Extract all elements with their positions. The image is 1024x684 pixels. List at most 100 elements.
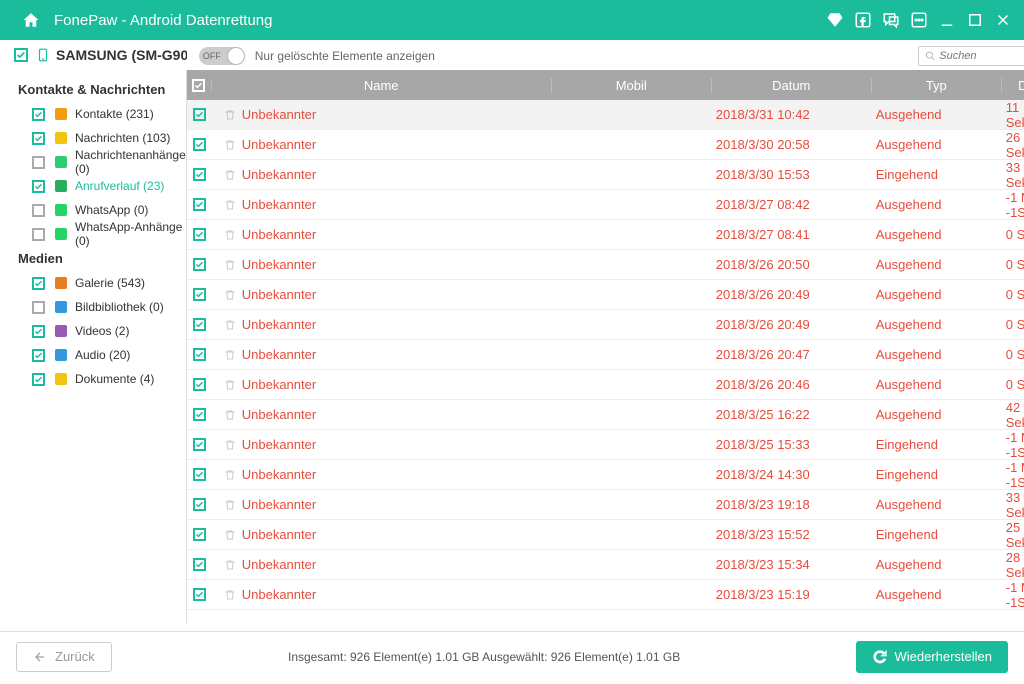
sidebar-item-label: Nachrichtenanhänge (0) bbox=[75, 148, 186, 176]
home-icon[interactable] bbox=[22, 11, 40, 29]
menu-icon[interactable] bbox=[910, 11, 928, 29]
sidebar-item-label: Audio (20) bbox=[75, 348, 130, 362]
search-input[interactable] bbox=[939, 50, 1024, 62]
cell-name: Unbekannter bbox=[242, 167, 316, 182]
cell-typ: Eingehend bbox=[872, 527, 1002, 542]
sidebar-item-label: Kontakte (231) bbox=[75, 107, 154, 121]
cell-dauer: -1 Minute -1Sekunde bbox=[1002, 190, 1024, 220]
col-typ[interactable]: Typ bbox=[872, 78, 1002, 93]
sidebar-item[interactable]: Kontakte (231) bbox=[32, 103, 186, 125]
sidebar-section-contacts: Kontakte & Nachrichten bbox=[18, 82, 186, 97]
item-checkbox[interactable] bbox=[32, 301, 45, 314]
maximize-icon[interactable] bbox=[966, 11, 984, 29]
table-row[interactable]: Unbekannter2018/3/31 10:42Ausgehend11 Se… bbox=[187, 100, 1024, 130]
cell-typ: Ausgehend bbox=[872, 497, 1002, 512]
table-row[interactable]: Unbekannter2018/3/23 19:18Ausgehend33 Se… bbox=[187, 490, 1024, 520]
trash-icon bbox=[224, 559, 236, 571]
row-checkbox[interactable] bbox=[193, 588, 206, 601]
table-row[interactable]: Unbekannter2018/3/26 20:49Ausgehend0 Sek… bbox=[187, 310, 1024, 340]
col-name[interactable]: Name bbox=[212, 78, 552, 93]
sidebar-item[interactable]: Nachrichten (103) bbox=[32, 127, 186, 149]
attach-icon bbox=[53, 154, 69, 170]
table-row[interactable]: Unbekannter2018/3/25 15:33Eingehend-1 Mi… bbox=[187, 430, 1024, 460]
item-checkbox[interactable] bbox=[32, 204, 45, 217]
sidebar-item[interactable]: Audio (20) bbox=[32, 344, 186, 366]
item-checkbox[interactable] bbox=[32, 156, 45, 169]
sidebar-item[interactable]: Nachrichtenanhänge (0) bbox=[32, 151, 186, 173]
table-row[interactable]: Unbekannter2018/3/23 15:52Eingehend25 Se… bbox=[187, 520, 1024, 550]
feedback-icon[interactable] bbox=[882, 11, 900, 29]
item-checkbox[interactable] bbox=[32, 373, 45, 386]
item-checkbox[interactable] bbox=[32, 180, 45, 193]
back-button[interactable]: Zurück bbox=[16, 642, 112, 672]
main-panel: OFF Nur gelöschte Elemente anzeigen Name… bbox=[186, 70, 1024, 623]
item-checkbox[interactable] bbox=[32, 228, 45, 241]
row-checkbox[interactable] bbox=[193, 108, 206, 121]
row-checkbox[interactable] bbox=[193, 228, 206, 241]
item-checkbox[interactable] bbox=[32, 277, 45, 290]
sidebar-item[interactable]: WhatsApp-Anhänge (0) bbox=[32, 223, 186, 245]
item-checkbox[interactable] bbox=[32, 108, 45, 121]
select-all-checkbox[interactable] bbox=[192, 79, 205, 92]
cell-name: Unbekannter bbox=[242, 137, 316, 152]
item-checkbox[interactable] bbox=[32, 132, 45, 145]
toggle-label: Nur gelöschte Elemente anzeigen bbox=[255, 49, 435, 63]
row-checkbox[interactable] bbox=[193, 378, 206, 391]
sidebar-item[interactable]: Videos (2) bbox=[32, 320, 186, 342]
row-checkbox[interactable] bbox=[193, 528, 206, 541]
row-checkbox[interactable] bbox=[193, 138, 206, 151]
trash-icon bbox=[224, 109, 236, 121]
row-checkbox[interactable] bbox=[193, 468, 206, 481]
col-datum[interactable]: Datum bbox=[712, 78, 872, 93]
table-row[interactable]: Unbekannter2018/3/23 15:34Ausgehend28 Se… bbox=[187, 550, 1024, 580]
row-checkbox[interactable] bbox=[193, 408, 206, 421]
row-checkbox[interactable] bbox=[193, 348, 206, 361]
row-checkbox[interactable] bbox=[193, 438, 206, 451]
row-checkbox[interactable] bbox=[193, 558, 206, 571]
table-body[interactable]: Unbekannter2018/3/31 10:42Ausgehend11 Se… bbox=[187, 100, 1024, 623]
table-row[interactable]: Unbekannter2018/3/24 14:30Eingehend-1 Mi… bbox=[187, 460, 1024, 490]
table-row[interactable]: Unbekannter2018/3/27 08:42Ausgehend-1 Mi… bbox=[187, 190, 1024, 220]
docs-icon bbox=[53, 371, 69, 387]
main-toolbar: OFF Nur gelöschte Elemente anzeigen bbox=[187, 42, 1024, 70]
search-box[interactable] bbox=[918, 46, 1024, 66]
sidebar-item[interactable]: Anrufverlauf (23) bbox=[32, 175, 186, 197]
sidebar-item[interactable]: Bildbibliothek (0) bbox=[32, 296, 186, 318]
trash-icon bbox=[224, 319, 236, 331]
minimize-icon[interactable] bbox=[938, 11, 956, 29]
cell-dauer: 33 Sekunden bbox=[1002, 160, 1024, 190]
table-row[interactable]: Unbekannter2018/3/25 16:22Ausgehend42 Se… bbox=[187, 400, 1024, 430]
col-dauer[interactable]: Dauer bbox=[1002, 78, 1024, 93]
table-row[interactable]: Unbekannter2018/3/26 20:46Ausgehend0 Sek… bbox=[187, 370, 1024, 400]
table-row[interactable]: Unbekannter2018/3/26 20:47Ausgehend0 Sek… bbox=[187, 340, 1024, 370]
table-row[interactable]: Unbekannter2018/3/30 15:53Eingehend33 Se… bbox=[187, 160, 1024, 190]
table-row[interactable]: Unbekannter2018/3/30 20:58Ausgehend26 Se… bbox=[187, 130, 1024, 160]
table-row[interactable]: Unbekannter2018/3/23 15:19Ausgehend-1 Mi… bbox=[187, 580, 1024, 610]
cell-datum: 2018/3/26 20:50 bbox=[712, 257, 872, 272]
device-label[interactable]: SAMSUNG (SM-G900F) bbox=[14, 46, 209, 64]
facebook-icon[interactable] bbox=[854, 11, 872, 29]
item-checkbox[interactable] bbox=[32, 325, 45, 338]
row-checkbox[interactable] bbox=[193, 288, 206, 301]
row-checkbox[interactable] bbox=[193, 498, 206, 511]
close-icon[interactable] bbox=[994, 11, 1012, 29]
col-mobil[interactable]: Mobil bbox=[552, 78, 712, 93]
table-row[interactable]: Unbekannter2018/3/26 20:50Ausgehend0 Sek… bbox=[187, 250, 1024, 280]
row-checkbox[interactable] bbox=[193, 258, 206, 271]
sidebar-item[interactable]: Galerie (543) bbox=[32, 272, 186, 294]
sidebar-item[interactable]: Dokumente (4) bbox=[32, 368, 186, 390]
row-checkbox[interactable] bbox=[193, 198, 206, 211]
row-checkbox[interactable] bbox=[193, 318, 206, 331]
row-checkbox[interactable] bbox=[193, 168, 206, 181]
device-checkbox[interactable] bbox=[14, 48, 28, 62]
item-checkbox[interactable] bbox=[32, 349, 45, 362]
diamond-icon[interactable] bbox=[826, 11, 844, 29]
imagelib-icon bbox=[53, 299, 69, 315]
table-row[interactable]: Unbekannter2018/3/27 08:41Ausgehend0 Sek… bbox=[187, 220, 1024, 250]
sidebar-item[interactable]: WhatsApp (0) bbox=[32, 199, 186, 221]
table-row[interactable]: Unbekannter2018/3/26 20:49Ausgehend0 Sek… bbox=[187, 280, 1024, 310]
cell-name: Unbekannter bbox=[242, 227, 316, 242]
recover-button[interactable]: Wiederherstellen bbox=[856, 641, 1008, 673]
deleted-only-toggle[interactable]: OFF bbox=[199, 47, 245, 65]
cell-name: Unbekannter bbox=[242, 257, 316, 272]
